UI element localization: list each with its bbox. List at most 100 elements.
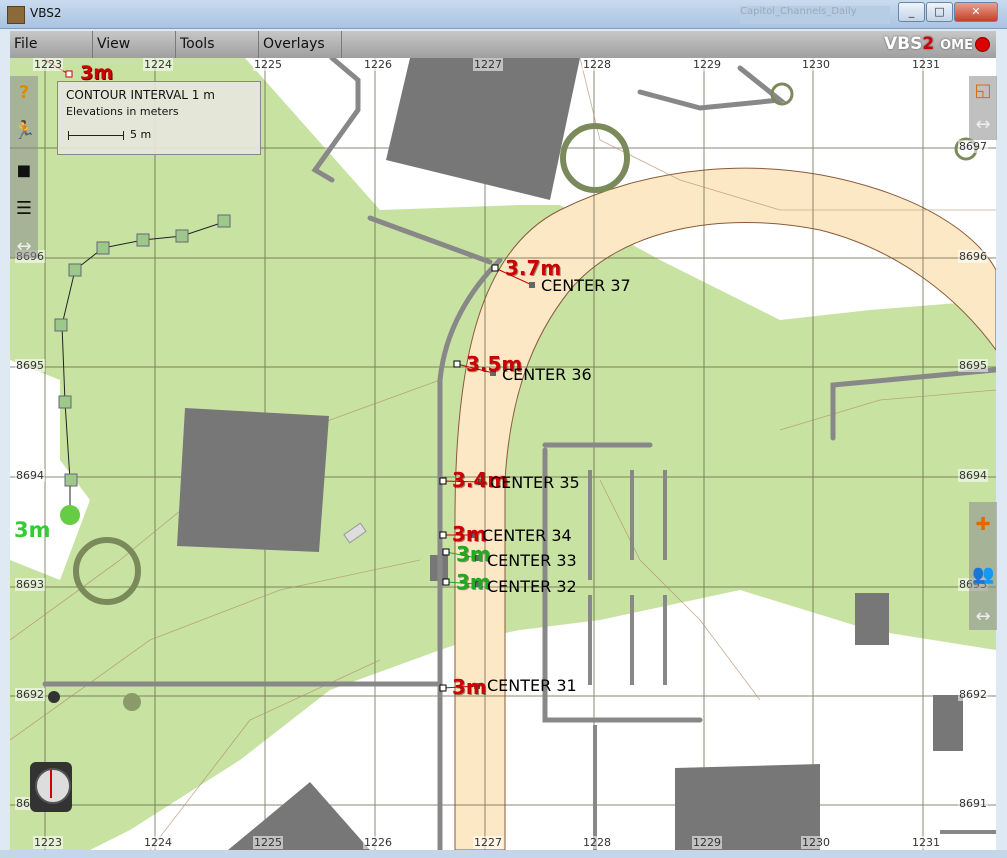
waypoint <box>96 241 110 255</box>
grid-label-right: 8696 <box>958 250 988 263</box>
waypoint <box>68 263 82 277</box>
waypoint <box>217 214 231 228</box>
grid-label-top: 1228 <box>582 58 612 71</box>
vbs2-logo: VBS2 OME <box>884 34 990 54</box>
menu-overlays[interactable]: Overlays <box>259 31 342 58</box>
orange-square-icon[interactable]: ◱ <box>972 80 994 102</box>
marker-name-label[interactable]: CENTER 33 <box>487 551 577 570</box>
right-toolbar-bottom: ✚ 👥 ↔ <box>969 502 997 630</box>
layers-icon[interactable]: ☰ <box>13 198 35 220</box>
grid-label-right: 8694 <box>958 469 988 482</box>
menu-view[interactable]: View <box>93 31 176 58</box>
grid-label-bottom: 1231 <box>911 836 941 849</box>
grid-label-left: 8692 <box>15 688 45 701</box>
grid-label-top: 1231 <box>911 58 941 71</box>
title-bar: VBS2 Capitol_Channels_Daily _ □ ✕ <box>0 0 1007 29</box>
height-point-marker <box>439 477 447 485</box>
marker-height-label: 3m <box>456 542 491 566</box>
logo-suffix: OME <box>940 38 973 53</box>
resize-icon[interactable]: ↔ <box>972 114 994 136</box>
menu-tools[interactable]: Tools <box>176 31 259 58</box>
marker-height-label: 3m <box>456 570 491 594</box>
point-feature <box>123 693 141 711</box>
maximize-button[interactable]: □ <box>926 2 953 22</box>
height-point-marker <box>491 264 499 272</box>
building <box>228 782 370 850</box>
logo-two: 2 <box>922 34 935 54</box>
grid-label-bottom: 1230 <box>801 836 831 849</box>
grid-label-left: 8693 <box>15 578 45 591</box>
height-point-marker <box>439 684 447 692</box>
map-view[interactable]: 1223 1224 1225 1226 1227 1228 1229 1230 1231 1223… <box>10 58 996 850</box>
grid-label-bottom: 1227 <box>473 836 503 849</box>
grid-label-right: 8691 <box>958 797 988 810</box>
grid-label-right: 8692 <box>958 688 988 701</box>
app-icon <box>7 6 25 24</box>
building <box>177 408 329 552</box>
building <box>855 593 889 645</box>
layer-icon[interactable]: ◼ <box>13 160 35 182</box>
height-point-marker <box>453 360 461 368</box>
marker-name-label[interactable]: CENTER 34 <box>482 526 572 545</box>
grid-label-top: 1226 <box>363 58 393 71</box>
waypoint <box>64 473 78 487</box>
left-toolbar: ? 🏃 ◼ ☰ ↔ <box>10 76 38 258</box>
legend-title: CONTOUR INTERVAL 1 m <box>66 88 215 102</box>
marker-name-label[interactable]: CENTER 32 <box>487 577 577 596</box>
compass-needle <box>50 770 52 798</box>
marker-name-label[interactable]: CENTER 35 <box>490 473 580 492</box>
compass-icon[interactable] <box>24 750 76 820</box>
marker-height-label: 3m <box>452 675 487 699</box>
help-icon[interactable]: ? <box>13 82 35 104</box>
resize-icon[interactable]: ↔ <box>13 236 35 258</box>
minimize-button[interactable]: _ <box>898 2 925 22</box>
blurred-text: Capitol_Channels_Daily <box>740 6 890 24</box>
menu-bar: File View Tools Overlays VBS2 OME <box>10 31 996 58</box>
grid-label-top: 1223 <box>33 58 63 71</box>
marker-name-label[interactable]: CENTER 37 <box>541 276 631 295</box>
height-label-green-left: 3m <box>14 518 51 542</box>
scale-label: 5 m <box>130 128 152 141</box>
grid-label-bottom: 1223 <box>33 836 63 849</box>
compass-dial <box>35 768 71 804</box>
soldier-icon[interactable]: 🏃 <box>13 120 35 142</box>
resize-icon[interactable]: ↔ <box>972 606 994 628</box>
group-icon[interactable]: 👥 <box>972 564 994 586</box>
map-legend: CONTOUR INTERVAL 1 m Elevations in meter… <box>57 81 261 155</box>
grid-label-top: 1225 <box>253 58 283 71</box>
menu-file[interactable]: File <box>10 31 93 58</box>
grid-label-left: 8695 <box>15 359 45 372</box>
waypoint <box>54 318 68 332</box>
grid-label-bottom: 1226 <box>363 836 393 849</box>
height-point-marker <box>439 531 447 539</box>
map-canvas[interactable] <box>10 58 996 850</box>
waypoint <box>58 395 72 409</box>
grid-label-bottom: 1229 <box>692 836 722 849</box>
close-button[interactable]: ✕ <box>954 2 998 22</box>
scale-bar <box>68 131 124 140</box>
building <box>933 695 963 751</box>
waypoint <box>175 229 189 243</box>
building <box>386 58 580 200</box>
add-unit-icon[interactable]: ✚ <box>972 514 994 536</box>
legend-subtitle: Elevations in meters <box>66 105 179 118</box>
height-point-marker <box>442 548 450 556</box>
grid-label-top: 1227 <box>473 58 503 71</box>
marker-name-label[interactable]: CENTER 31 <box>487 676 577 695</box>
window-title: VBS2 <box>30 6 62 20</box>
grid-label-right: 8697 <box>958 140 988 153</box>
grid-label-right: 8695 <box>958 359 988 372</box>
grid-label-bottom: 1224 <box>143 836 173 849</box>
height-marker <box>65 70 73 78</box>
marker-name-label[interactable]: CENTER 36 <box>502 365 592 384</box>
grid-label-bottom: 1225 <box>253 836 283 849</box>
record-icon[interactable] <box>975 36 990 52</box>
point-feature <box>48 691 60 703</box>
grid-label-left: 8694 <box>15 469 45 482</box>
height-point-marker <box>442 578 450 586</box>
grid-label-top: 1224 <box>143 58 173 71</box>
waypoint <box>136 233 150 247</box>
unit-marker <box>60 505 80 525</box>
window-frame-bottom <box>0 850 1007 858</box>
grid-label-bottom: 1228 <box>582 836 612 849</box>
